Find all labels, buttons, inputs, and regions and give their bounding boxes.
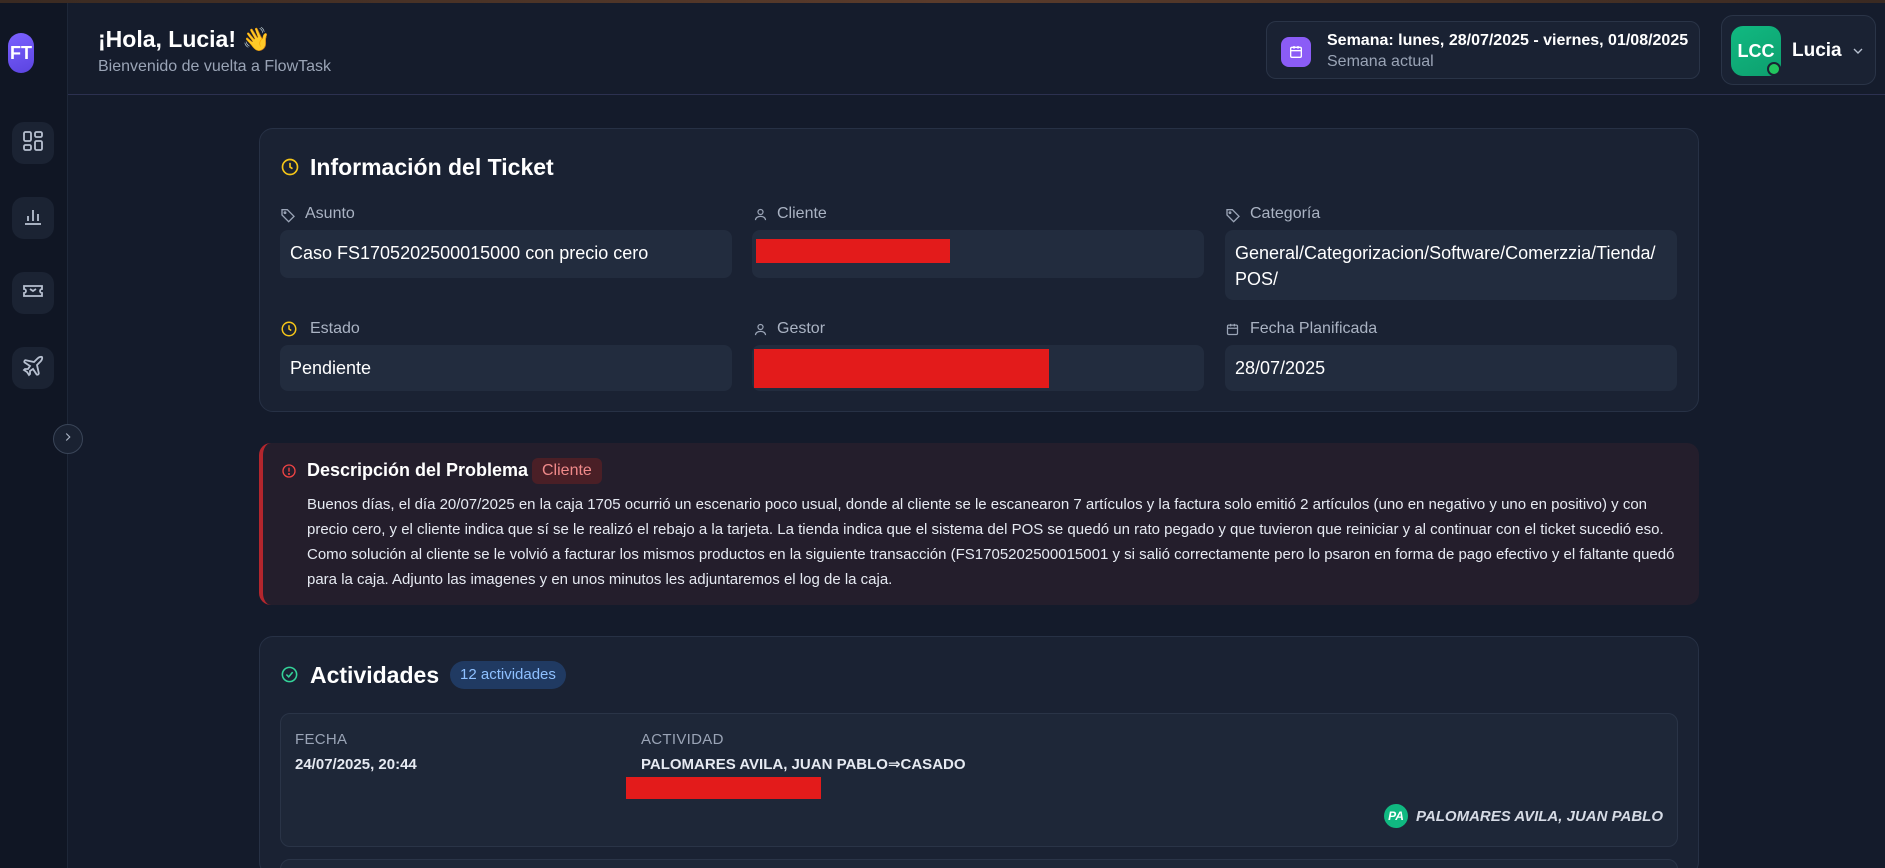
fecha-value: 28/07/2025 xyxy=(1225,345,1677,391)
activities-card: Actividades 12 actividades FECHA ACTIVID… xyxy=(259,636,1699,868)
check-circle-icon xyxy=(280,665,299,684)
chevron-down-icon xyxy=(1850,43,1866,59)
activity-row[interactable] xyxy=(280,859,1678,868)
week-selector[interactable]: Semana: lunes, 28/07/2025 - viernes, 01/… xyxy=(1266,21,1700,79)
ticket-icon xyxy=(21,279,45,308)
clock-icon xyxy=(280,320,298,338)
sidebar-item-travel[interactable] xyxy=(12,347,54,389)
redacted-cliente xyxy=(756,239,950,263)
tag-icon xyxy=(280,207,296,223)
asunto-label: Asunto xyxy=(305,205,355,222)
ticket-info-card: Información del Ticket Asunto Caso FS170… xyxy=(259,128,1699,412)
user-icon xyxy=(753,207,768,222)
redacted-activity xyxy=(626,777,821,799)
tag-icon xyxy=(1225,207,1241,223)
sidebar-expand-button[interactable] xyxy=(53,424,83,454)
header: ¡Hola, Lucia! 👋 Bienvenido de vuelta a F… xyxy=(68,3,1885,95)
avatar: PA xyxy=(1384,804,1409,828)
chart-icon xyxy=(21,204,45,233)
categoria-label: Categoría xyxy=(1250,205,1321,222)
user-name: Lucia xyxy=(1792,40,1842,61)
cliente-label: Cliente xyxy=(777,205,827,222)
redacted-gestor xyxy=(754,349,1049,388)
activities-count-badge: 12 actividades xyxy=(450,661,566,689)
user-icon xyxy=(753,322,768,337)
estado-value: Pendiente xyxy=(280,345,732,391)
user-menu[interactable]: LCC Lucia xyxy=(1721,15,1876,85)
sidebar-item-reports[interactable] xyxy=(12,197,54,239)
plane-icon xyxy=(21,354,45,383)
sidebar-item-dashboard[interactable] xyxy=(12,122,54,164)
fecha-column-header: FECHA xyxy=(295,731,348,748)
calendar-icon xyxy=(1225,322,1240,337)
activity-date: 24/07/2025, 20:44 xyxy=(295,756,417,773)
alert-circle-icon xyxy=(281,463,297,479)
problem-title: Descripción del Problema xyxy=(307,460,529,480)
activity-user: PA PALOMARES AVILA, JUAN PABLO xyxy=(1384,804,1663,828)
estado-label: Estado xyxy=(310,320,360,337)
week-label: Semana actual xyxy=(1327,53,1434,70)
fecha-label: Fecha Planificada xyxy=(1250,320,1378,337)
gestor-label: Gestor xyxy=(777,320,826,337)
week-range: Semana: lunes, 28/07/2025 - viernes, 01/… xyxy=(1327,32,1689,49)
greeting-title: ¡Hola, Lucia! 👋 xyxy=(98,26,272,52)
problem-description-card: Descripción del Problema Cliente Buenos … xyxy=(259,443,1699,605)
sidebar-item-tickets[interactable] xyxy=(12,272,54,314)
categoria-value: General/Categorizacion/Software/Comerzzi… xyxy=(1225,230,1677,300)
activities-title: Actividades xyxy=(310,662,440,688)
problem-text: Buenos días, el día 20/07/2025 en la caj… xyxy=(307,496,1675,588)
ticket-info-title: Información del Ticket xyxy=(310,154,554,180)
activity-row[interactable]: FECHA ACTIVIDAD 24/07/2025, 20:44 PALOMA… xyxy=(280,713,1678,847)
dashboard-icon xyxy=(21,129,45,158)
online-status-dot xyxy=(1767,62,1781,76)
chevron-right-icon xyxy=(61,430,75,449)
greeting-subtitle: Bienvenido de vuelta a FlowTask xyxy=(98,58,332,75)
asunto-value: Caso FS1705202500015000 con precio cero xyxy=(280,230,732,278)
actividad-column-header: ACTIVIDAD xyxy=(641,731,724,748)
app-logo[interactable]: FT xyxy=(8,33,34,73)
clock-icon xyxy=(280,157,300,177)
source-badge: Cliente xyxy=(532,458,602,484)
activity-text: PALOMARES AVILA, JUAN PABLO⇒CASADO xyxy=(641,756,966,773)
activity-user-name: PALOMARES AVILA, JUAN PABLO xyxy=(1416,807,1663,825)
calendar-icon xyxy=(1281,37,1311,67)
